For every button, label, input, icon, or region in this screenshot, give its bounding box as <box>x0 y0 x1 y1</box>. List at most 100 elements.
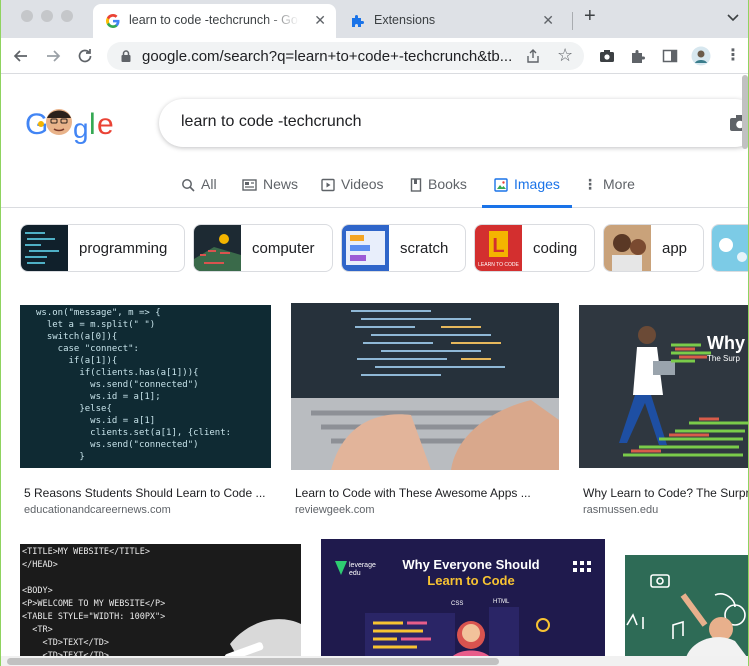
chip-computer[interactable]: computer <box>193 224 333 272</box>
image-result[interactable]: ws.on("message", m => { let a = m.split(… <box>20 297 271 519</box>
more-vert-icon: ⋮ <box>583 176 597 192</box>
back-arrow-icon[interactable] <box>11 46 31 66</box>
google-favicon-icon <box>106 14 120 28</box>
hand-writing-image <box>224 619 301 661</box>
result-source[interactable]: educationandcareernews.com <box>24 504 171 516</box>
chip-coding[interactable]: L LEARN TO CODE coding <box>474 224 595 272</box>
tab-videos[interactable]: Videos <box>321 176 384 208</box>
svg-text:g: g <box>73 113 89 144</box>
side-panel-icon[interactable] <box>660 46 680 66</box>
close-tab-icon[interactable]: ✕ <box>542 12 554 29</box>
chip-thumbnail <box>604 225 651 271</box>
image-result[interactable]: Learn to Code with These Awesome Apps ..… <box>291 297 559 519</box>
result-image[interactable]: ws.on("message", m => { let a = m.split(… <box>20 305 271 468</box>
chip-label: coding <box>533 240 578 257</box>
chip-thumbnail <box>712 225 748 271</box>
leverage-brand-1: leverage <box>349 562 376 569</box>
book-icon <box>410 178 422 192</box>
chip-label: computer <box>252 240 315 257</box>
horizontal-scrollbar-thumb[interactable] <box>7 658 499 665</box>
video-icon <box>321 178 335 192</box>
tab-divider <box>572 12 573 30</box>
chevron-down-icon[interactable] <box>725 9 741 25</box>
browser-toolbar: google.com/search?q=learn+to+code+-techc… <box>1 38 748 74</box>
chip-thumbnail: L LEARN TO CODE <box>475 225 522 271</box>
search-nav-tabs: All News Videos Books Images ⋮ More <box>1 166 748 208</box>
result-caption[interactable]: 5 Reasons Students Should Learn to Code … <box>24 486 270 500</box>
search-icon <box>182 179 195 192</box>
reload-icon[interactable] <box>75 46 95 66</box>
tab-images[interactable]: Images <box>482 176 572 208</box>
extensions-puzzle-icon[interactable] <box>628 46 648 66</box>
lock-icon[interactable] <box>119 49 133 63</box>
chip-programming[interactable]: programming <box>20 224 185 272</box>
browser-window: learn to code -techcrunch - Google Searc… <box>0 0 749 666</box>
chip-thumbnail <box>21 225 68 271</box>
css-label: CSS <box>451 601 463 607</box>
image-result[interactable]: Why The Surp Why Learn to Code? The Surp… <box>579 297 749 519</box>
html-paper-text: <TITLE>MY WEBSITE</TITLE> </HEAD> <BODY>… <box>22 547 166 661</box>
result-image[interactable] <box>625 555 749 661</box>
tab-label: Images <box>514 176 560 192</box>
tab-extensions[interactable]: Extensions ✕ <box>338 4 568 38</box>
new-tab-button[interactable]: + <box>584 5 596 28</box>
code-screen-text: ws.on("message", m => { let a = m.split(… <box>36 308 232 462</box>
result-source[interactable]: rasmussen.edu <box>583 504 658 516</box>
tab-label: Videos <box>341 176 384 192</box>
kebab-menu-icon[interactable]: ⋮ <box>723 46 743 66</box>
image-result[interactable]: leverage edu Why Everyone Should Learn t… <box>321 539 605 661</box>
leverage-headline-1: Why Everyone Should <box>402 557 539 572</box>
chip-app[interactable]: app <box>603 224 704 272</box>
result-caption[interactable]: Why Learn to Code? The Surprising... <box>583 486 748 500</box>
vertical-scrollbar[interactable] <box>742 75 748 149</box>
close-tab-icon[interactable]: ✕ <box>314 12 326 29</box>
chip-thumbnail <box>194 225 241 271</box>
chip-label: scratch <box>400 240 449 257</box>
tab-label: Books <box>428 176 467 192</box>
rasmussen-subtitle: The Surp <box>707 354 740 363</box>
tab-label: News <box>263 176 299 192</box>
result-image[interactable]: leverage edu Why Everyone Should Learn t… <box>321 539 605 661</box>
close-window-button[interactable] <box>21 10 33 22</box>
result-image[interactable]: Why The Surp <box>579 305 749 468</box>
chip-partial[interactable] <box>711 224 748 272</box>
zoom-window-button[interactable] <box>61 10 73 22</box>
tab-label: More <box>603 176 635 192</box>
tab-title: Extensions <box>374 13 436 27</box>
share-icon[interactable] <box>525 48 541 64</box>
url-text: google.com/search?q=learn+to+code+-techc… <box>142 48 513 65</box>
leverage-headline-2: Learn to Code <box>427 573 514 588</box>
search-box[interactable]: learn to code -techcrunch <box>159 99 748 147</box>
horizontal-scrollbar[interactable] <box>1 656 748 666</box>
chip-thumbnail <box>342 225 389 271</box>
tab-strip: learn to code -techcrunch - Google Searc… <box>1 0 748 38</box>
image-icon <box>494 178 508 192</box>
result-image[interactable]: <TITLE>MY WEBSITE</TITLE> </HEAD> <BODY>… <box>20 544 301 661</box>
chip-scratch[interactable]: scratch <box>341 224 466 272</box>
result-image[interactable] <box>291 303 559 470</box>
minimize-window-button[interactable] <box>41 10 53 22</box>
address-bar[interactable]: google.com/search?q=learn+to+code+-techc… <box>107 42 584 70</box>
image-result[interactable]: <TITLE>MY WEBSITE</TITLE> </HEAD> <BODY>… <box>20 541 301 661</box>
tab-more[interactable]: ⋮ More <box>583 176 635 208</box>
image-result[interactable] <box>625 539 749 661</box>
chip-label: programming <box>79 240 168 257</box>
tab-news[interactable]: News <box>242 176 298 208</box>
result-caption[interactable]: Learn to Code with These Awesome Apps ..… <box>295 486 555 500</box>
result-source[interactable]: reviewgeek.com <box>295 504 374 516</box>
search-query[interactable]: learn to code -techcrunch <box>181 113 362 131</box>
tab-title: learn to code -techcrunch - Google Searc… <box>129 13 299 27</box>
tab-all[interactable]: All <box>181 176 217 208</box>
tab-google-search[interactable]: learn to code -techcrunch - Google Searc… <box>93 4 336 38</box>
html-label: HTML <box>493 599 510 605</box>
bookmark-star-icon[interactable]: ☆ <box>557 45 573 66</box>
google-doodle-logo[interactable]: G l e g <box>25 104 117 144</box>
profile-avatar[interactable] <box>691 46 711 66</box>
forward-arrow-icon[interactable] <box>43 46 63 66</box>
svg-text:e: e <box>97 108 114 141</box>
svg-text:l: l <box>89 108 96 141</box>
tab-books[interactable]: Books <box>410 176 467 208</box>
chip-label: app <box>662 240 688 257</box>
coding-badge-text: L <box>492 235 504 257</box>
camera-extension-icon[interactable] <box>597 46 617 66</box>
